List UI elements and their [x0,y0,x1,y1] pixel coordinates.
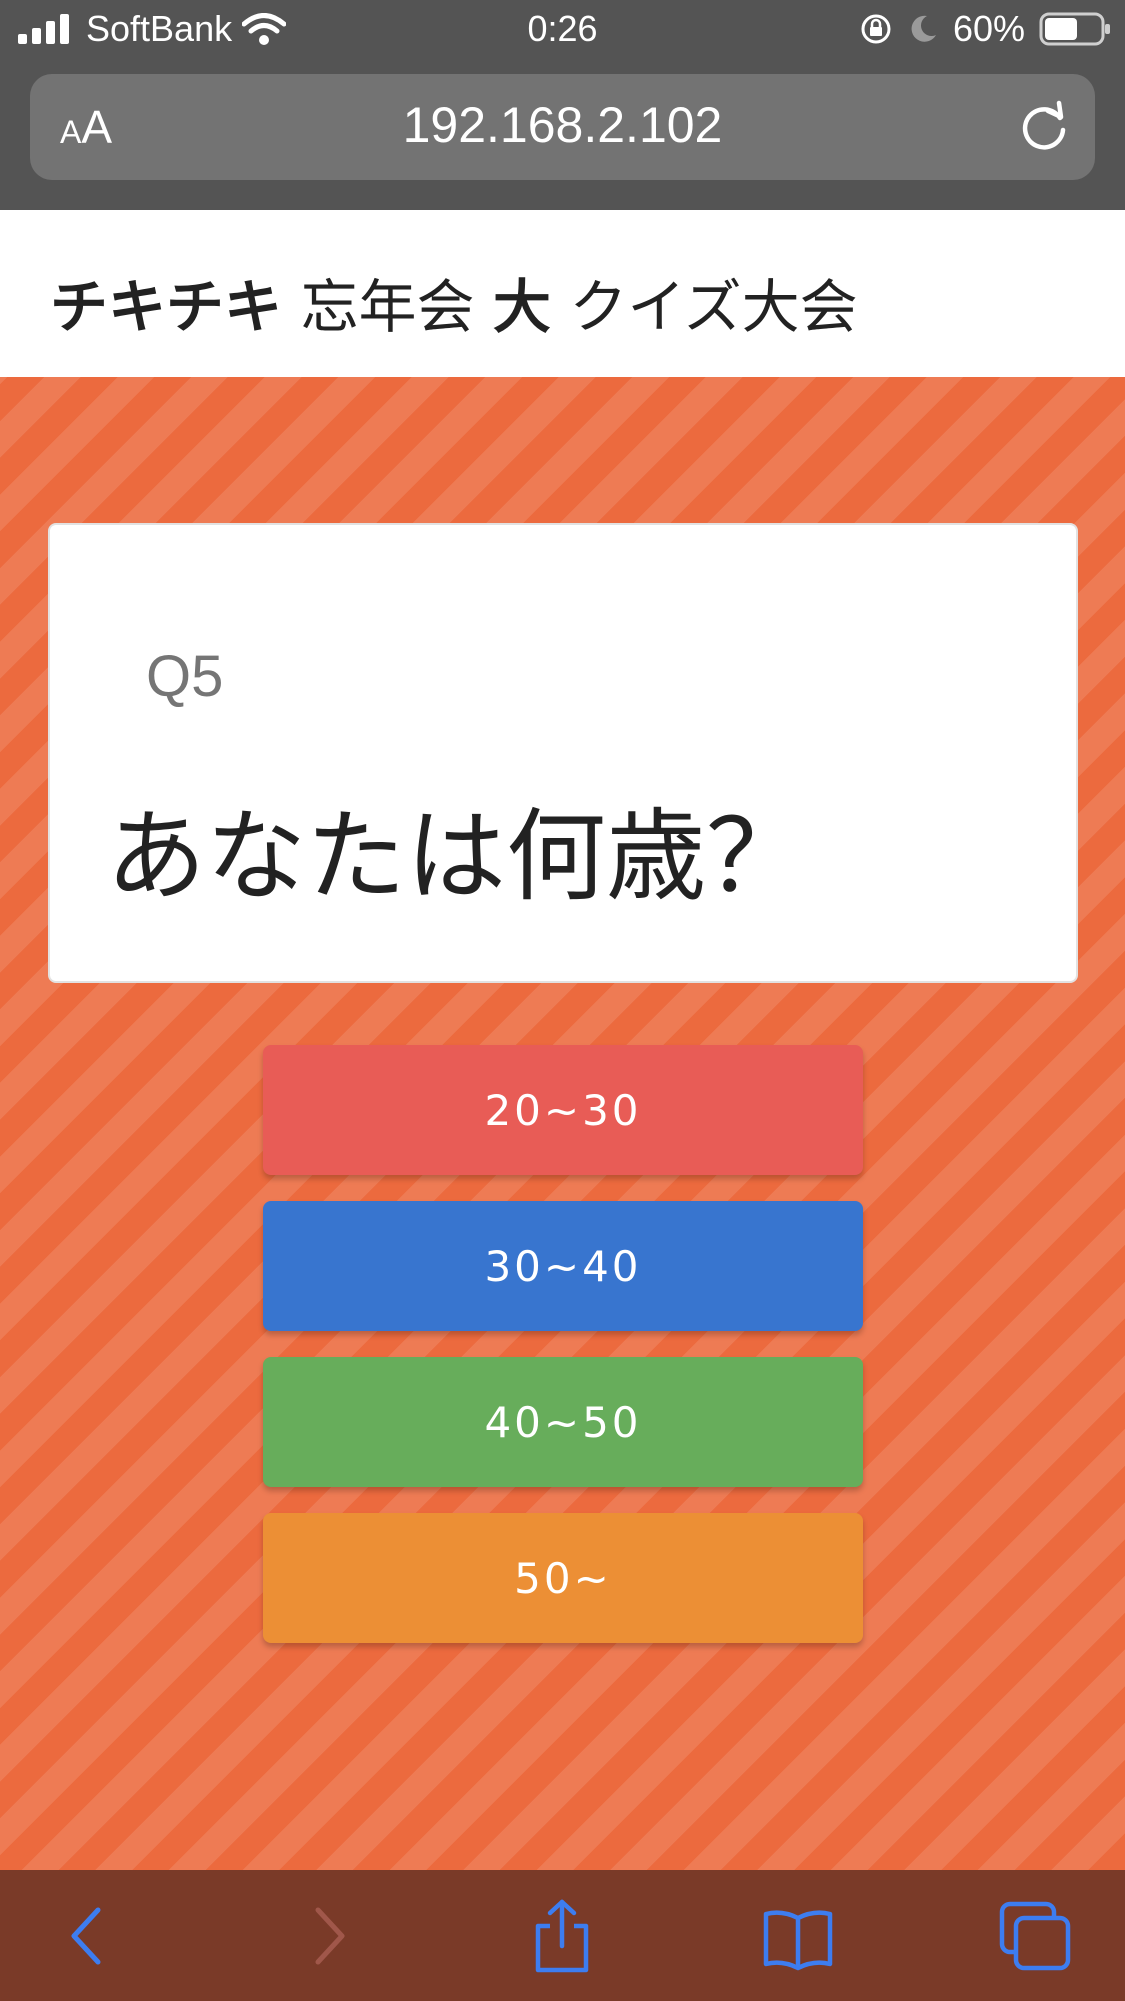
url-text[interactable]: 192.168.2.102 [30,96,1095,154]
page-title: チキチキ 忘年会 大 クイズ大会 [50,260,858,344]
browser-toolbar [0,1870,1125,2001]
moon-icon [911,15,936,42]
back-button[interactable] [50,1898,130,1974]
answer-button-3[interactable]: 40~50 [263,1357,863,1487]
question-text: あなたは何歳？ [106,798,806,915]
reload-icon[interactable] [1015,98,1073,156]
bookmarks-button[interactable] [758,1898,838,1974]
title-part-chikichiki: チキチキ [50,273,283,341]
title-part-quiz-taikai: クイズ大会 [550,273,858,341]
battery-percent: 60% [952,8,1025,49]
status-right: 60% [859,8,1111,50]
tabs-button[interactable] [996,1898,1076,1974]
status-bar: SoftBank 0:26 60% [0,0,1125,58]
quiz-area: Q5 あなたは何歳？ 20~30 30~40 40~50 50~ [0,377,1125,1870]
page-header: チキチキ 忘年会 大 クイズ大会 [0,210,1125,377]
question-card: Q5 あなたは何歳？ [48,523,1078,983]
tabs-icon [999,1901,1071,1971]
share-icon [535,1899,589,1973]
orientation-lock-icon [861,14,891,44]
back-icon [71,1907,101,1965]
browser-address-area: AA 192.168.2.102 [0,58,1125,210]
answer-button-1[interactable]: 20~30 [263,1045,863,1175]
forward-button[interactable] [286,1898,366,1974]
answer-button-2[interactable]: 30~40 [263,1201,863,1331]
forward-icon [315,1907,345,1965]
title-part-dai: 大 [492,273,551,341]
address-bar[interactable]: AA 192.168.2.102 [30,74,1095,180]
battery-icon [1039,12,1110,46]
question-number: Q5 [146,644,224,709]
share-button[interactable] [522,1898,602,1974]
bookmarks-icon [763,1910,833,1971]
title-part-bonenkai: 忘年会 [282,273,493,341]
answer-button-4[interactable]: 50~ [263,1513,863,1643]
